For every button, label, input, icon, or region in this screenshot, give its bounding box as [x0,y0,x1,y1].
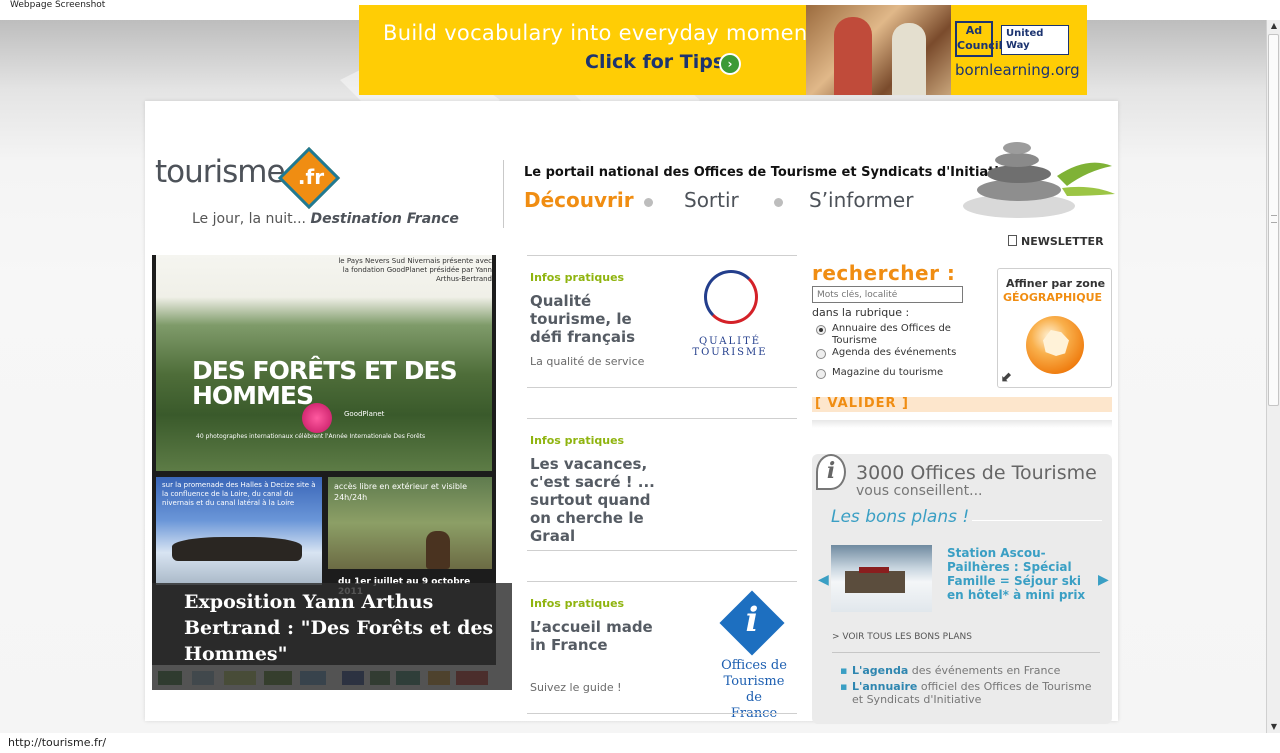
scroll-grip [1271,215,1277,223]
nav-separator-dot [774,198,783,207]
radio-magazine[interactable] [816,369,826,379]
nav-sortir[interactable]: Sortir [684,188,739,212]
annuaire-link-bold[interactable]: L'annuaire [852,680,917,693]
qualite-ring-icon [704,270,758,324]
newsletter-link[interactable]: NEWSLETTER [1008,235,1104,248]
bon-plan-title[interactable]: Station Ascou-Pailhères : Spécial Famill… [947,546,1097,602]
tagline: Le jour, la nuit... Destination France [192,211,459,227]
article-divider [527,387,797,388]
article-divider [527,255,797,256]
bornlearning-logo: bornlearning.org [955,61,1080,79]
carousel-next-icon[interactable]: ▶ [1098,572,1109,588]
banner-photo [806,5,951,95]
scrollbar-thumb[interactable] [1268,34,1279,406]
bons-plans-rule [972,520,1102,521]
poster-intro: le Pays Nevers Sud Nivernais présente av… [338,257,492,283]
voir-tous-link[interactable]: > VOIR TOUS LES BONS PLANS [832,632,972,642]
agenda-link-text: des événements en France [908,664,1061,677]
newsletter-icon [1008,235,1017,246]
offices-de-tourisme-logo[interactable]: i Offices de Tourisme de France [719,590,787,721]
radio-label[interactable]: Agenda des événements [832,347,982,359]
banner-figure [834,17,872,95]
article-title[interactable]: Les vacances, c'est sacré ! ... surtout … [530,455,670,545]
poster-title: DES FORÊTS ET DES HOMMES [192,356,458,410]
article-title[interactable]: L’accueil made in France [530,618,670,654]
poster-caption[interactable]: Exposition Yann Arthus Bertrand : "Des F… [184,589,504,667]
valider-button[interactable]: [ VALIDER ] [815,396,909,411]
poster-subtitle: 40 photographes internationaux célèbrent… [196,433,426,440]
header-divider [503,160,504,228]
vertical-scrollbar[interactable]: ▲ ▼ [1266,20,1280,733]
camels-silhouette [172,537,302,561]
zone-line2[interactable]: GÉOGRAPHIQUE [1003,291,1102,304]
agenda-link[interactable]: ▪ L'agenda des événements en France [840,664,1105,677]
banner-headline: Build vocabulary into everyday moments. [383,21,835,45]
bullet-icon: ▪ [840,680,848,693]
radio-annuaire[interactable] [816,325,826,335]
arrow-circle-icon[interactable]: › [719,53,741,75]
portal-title: Le portail national des Offices de Touri… [524,165,1017,180]
offices-title: 3000 Offices de Tourisme [856,462,1097,484]
article-divider [527,713,797,714]
unitedway-logo: United Way [1001,25,1069,55]
logo-text: tourisme [155,154,286,190]
info-i-icon: i [745,600,759,640]
status-bar-url: http://tourisme.fr/ [0,733,1280,753]
nav-separator-dot [644,198,653,207]
rubrique-label: dans la rubrique : [812,306,910,319]
nav-decouvrir[interactable]: Découvrir [524,188,634,212]
poster-access-text: accès libre en extérieur et visible 24h/… [334,482,468,502]
article-divider [527,550,797,551]
scroll-down-icon[interactable]: ▼ [1268,721,1280,733]
article-tag[interactable]: Infos pratiques [530,597,624,610]
qualite-logo-text: QUALITÉ TOURISME [692,336,768,358]
agenda-link-bold[interactable]: L'agenda [852,664,908,677]
banner-cta[interactable]: Click for Tips [585,51,724,73]
carousel-prev-icon[interactable]: ◀ [818,572,829,588]
site-logo[interactable]: tourisme .fr [155,146,345,210]
adcouncil-logo: Ad Council [955,21,1002,57]
poster-goodplanet: GoodPlanet [344,410,385,418]
poster-location-text: sur la promenade des Halles à Decize sit… [162,481,316,507]
zone-line1[interactable]: Affiner par zone [1006,277,1105,290]
scroll-up-icon[interactable]: ▲ [1268,20,1280,32]
arrow-diagonal-icon: ⬋ [1001,369,1013,385]
station-building [845,571,905,593]
info-bubble-icon: i [816,454,846,490]
bons-plans-heading: Les bons plans ! [831,507,970,527]
logo-suffix: .fr [297,165,325,189]
radio-label[interactable]: Annuaire des Offices de Tourisme [832,323,982,347]
station-photo[interactable] [831,545,932,612]
tagline-prefix: Le jour, la nuit... [192,211,306,227]
qualite-tourisme-logo[interactable]: QUALITÉ TOURISME [692,268,768,360]
offices-subtitle: vous conseillent... [856,483,983,499]
annuaire-link[interactable]: ▪ L'annuaire officiel des Offices de Tou… [840,680,1105,706]
radio-label[interactable]: Magazine du tourisme [832,367,982,379]
station-roof [859,567,889,573]
article-subtitle: La qualité de service [530,355,645,368]
newsletter-label: NEWSLETTER [1021,235,1104,248]
search-shadow [812,420,1112,428]
offices-divider [832,652,1100,653]
article-subtitle[interactable]: Suivez le guide ! [530,681,622,694]
ad-banner[interactable]: Build vocabulary into everyday moments. … [359,5,1087,95]
banner-figure [892,23,926,95]
article-divider [527,418,797,419]
radio-agenda[interactable] [816,349,826,359]
bear-silhouette [426,531,450,569]
bullet-icon: ▪ [840,664,848,677]
stones-illustration [963,142,1115,218]
search-input[interactable] [812,286,963,303]
nav-sinformer[interactable]: S’informer [809,188,913,212]
tagline-emphasis: Destination France [310,211,459,227]
article-tag[interactable]: Infos pratiques [530,271,624,284]
search-title: rechercher : [812,261,956,285]
article-divider [527,581,797,582]
article-title[interactable]: Qualité tourisme, le défi français [530,292,660,346]
article-tag[interactable]: Infos pratiques [530,434,624,447]
